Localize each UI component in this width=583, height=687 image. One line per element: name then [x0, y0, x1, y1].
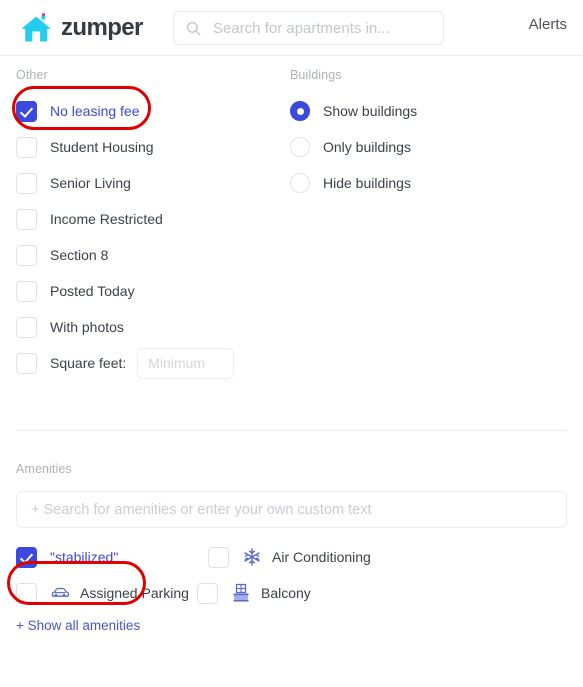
- amenity-air-conditioning[interactable]: Air Conditioning: [208, 539, 389, 575]
- label-section-8[interactable]: Section 8: [50, 247, 108, 263]
- show-all-amenities-link[interactable]: + Show all amenities: [16, 618, 140, 633]
- label-square-feet[interactable]: Square feet:: [50, 355, 126, 371]
- filter-option-senior-living[interactable]: Senior Living: [16, 165, 290, 201]
- filter-option-section-8[interactable]: Section 8: [16, 237, 290, 273]
- snowflake-icon: [244, 548, 260, 566]
- section-divider: [16, 430, 567, 431]
- buildings-column: Buildings Show buildings Only buildings …: [290, 56, 567, 381]
- checkbox-student-housing[interactable]: [16, 136, 37, 158]
- buildings-section-label: Buildings: [290, 68, 342, 82]
- checkbox-stabilized[interactable]: [16, 546, 37, 568]
- filters-columns: Other No leasing fee Student Housing Sen…: [16, 56, 567, 381]
- label-income-restricted[interactable]: Income Restricted: [50, 211, 163, 227]
- amenities-search-input[interactable]: [16, 491, 567, 528]
- label-assigned-parking[interactable]: Assigned Parking: [80, 585, 189, 601]
- car-icon: [51, 587, 70, 597]
- filter-option-posted-today[interactable]: Posted Today: [16, 273, 290, 309]
- label-balcony[interactable]: Balcony: [261, 585, 311, 601]
- checkbox-balcony[interactable]: [197, 582, 218, 604]
- checkbox-no-leasing-fee[interactable]: [16, 100, 37, 122]
- checkbox-senior-living[interactable]: [16, 172, 37, 194]
- filter-option-with-photos[interactable]: With photos: [16, 309, 290, 345]
- label-only-buildings[interactable]: Only buildings: [323, 139, 411, 155]
- label-stabilized[interactable]: "stabilized": [50, 549, 118, 565]
- radio-hide-buildings[interactable]: [290, 173, 310, 193]
- amenity-balcony[interactable]: Balcony: [197, 575, 389, 611]
- checkbox-assigned-parking[interactable]: [16, 582, 37, 604]
- filter-option-student-housing[interactable]: Student Housing: [16, 129, 290, 165]
- house-heart-logo-icon: [21, 12, 51, 41]
- radio-option-hide-buildings[interactable]: Hide buildings: [290, 165, 567, 201]
- label-student-housing[interactable]: Student Housing: [50, 139, 154, 155]
- checkbox-section-8[interactable]: [16, 244, 37, 266]
- checkbox-air-conditioning[interactable]: [208, 546, 229, 568]
- amenity-stabilized[interactable]: "stabilized": [16, 539, 208, 575]
- balcony-icon: [233, 583, 249, 602]
- filter-option-square-feet[interactable]: Square feet:: [16, 345, 290, 381]
- filter-option-income-restricted[interactable]: Income Restricted: [16, 201, 290, 237]
- filters-panel: Other No leasing fee Student Housing Sen…: [0, 56, 583, 635]
- label-show-buildings[interactable]: Show buildings: [323, 103, 417, 119]
- search-icon: [186, 21, 201, 35]
- label-hide-buildings[interactable]: Hide buildings: [323, 175, 411, 191]
- checkbox-income-restricted[interactable]: [16, 208, 37, 230]
- amenity-assigned-parking[interactable]: Assigned Parking: [16, 575, 197, 611]
- app-header: zumper Alerts: [0, 0, 583, 56]
- zumper-logo[interactable]: zumper: [20, 12, 143, 44]
- search-box[interactable]: [173, 11, 444, 45]
- checkbox-with-photos[interactable]: [16, 316, 37, 338]
- label-with-photos[interactable]: With photos: [50, 319, 124, 335]
- other-column: Other No leasing fee Student Housing Sen…: [16, 56, 290, 381]
- label-posted-today[interactable]: Posted Today: [50, 283, 135, 299]
- label-air-conditioning[interactable]: Air Conditioning: [272, 549, 371, 565]
- radio-option-only-buildings[interactable]: Only buildings: [290, 129, 567, 165]
- radio-option-show-buildings[interactable]: Show buildings: [290, 93, 567, 129]
- checkbox-square-feet[interactable]: [16, 352, 37, 374]
- label-senior-living[interactable]: Senior Living: [50, 175, 131, 191]
- logo-wordmark: zumper: [61, 13, 143, 41]
- amenities-grid: "stabilized" Air Conditioning Assigned P…: [16, 539, 567, 611]
- square-feet-minimum-input[interactable]: [137, 347, 235, 379]
- other-section-label: Other: [16, 68, 48, 82]
- radio-only-buildings[interactable]: [290, 137, 310, 157]
- radio-show-buildings[interactable]: [290, 101, 310, 121]
- label-no-leasing-fee[interactable]: No leasing fee: [50, 103, 140, 119]
- amenities-section-label: Amenities: [16, 462, 72, 476]
- search-input[interactable]: [211, 18, 431, 38]
- checkbox-posted-today[interactable]: [16, 280, 37, 302]
- alerts-link[interactable]: Alerts: [529, 16, 567, 33]
- filter-option-no-leasing-fee[interactable]: No leasing fee: [16, 93, 290, 129]
